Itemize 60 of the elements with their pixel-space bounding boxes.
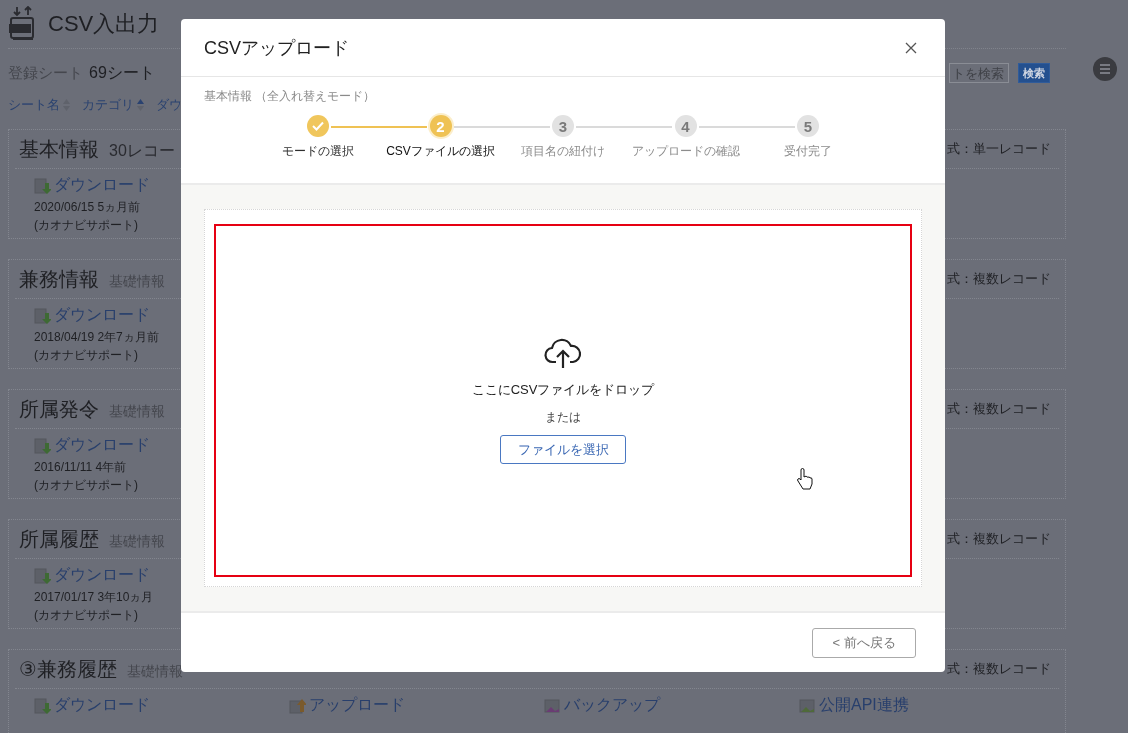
update-date: 2020/06/15 5ヵ月前: [34, 198, 141, 216]
link[interactable]: ダウンロード: [34, 695, 150, 716]
step-number: 3: [552, 115, 574, 137]
choose-file-button[interactable]: ファイルを選択: [500, 435, 626, 464]
link[interactable]: ダウンロード: [34, 435, 150, 456]
step-label: 項目名の紐付け: [521, 143, 605, 160]
author-name: (カオナビサポート): [34, 346, 138, 364]
dialog-subtitle: 基本情報 （全入れ替えモード）: [203, 88, 377, 105]
drop-instruction: ここにCSVファイルをドロップ: [471, 381, 655, 399]
upload-icon: [289, 697, 306, 714]
sheet-title: 所属履歴: [19, 526, 99, 552]
sheet-title: 基本情報: [19, 136, 99, 162]
sheet-count: 69シート: [89, 62, 155, 83]
download-icon: [34, 307, 51, 324]
menu-icon[interactable]: [1093, 57, 1117, 81]
dialog-title: CSVアップロード: [204, 36, 349, 60]
update-date: 2016/11/11 4年前: [34, 458, 127, 476]
download-icon: [34, 697, 51, 714]
link[interactable]: アップロード: [289, 695, 405, 716]
step-label: アップロードの確認: [631, 143, 740, 160]
page-title: CSV入出力: [48, 10, 160, 38]
download-icon: [34, 437, 51, 454]
image-icon: [799, 697, 816, 714]
search-button[interactable]: 検索: [1018, 63, 1050, 83]
step-number: 2: [429, 115, 452, 137]
step-label: CSVファイルの選択: [386, 143, 495, 160]
close-button[interactable]: [905, 41, 917, 54]
sheet-title: 兼務情報: [19, 266, 99, 292]
author-name: (カオナビサポート): [34, 476, 138, 494]
link[interactable]: 公開API連携: [799, 695, 909, 716]
sheet-title: 所属発令: [19, 396, 99, 422]
step-number: 4: [674, 115, 697, 137]
record-count: 30レコー: [109, 140, 175, 161]
sheet-title: ③兼務履歴: [19, 656, 117, 682]
author-name: (カオナビサポート): [34, 606, 138, 624]
back-button[interactable]: < 前へ戻る: [812, 627, 916, 658]
step-label: 受付完了: [784, 143, 832, 160]
image-icon: [544, 697, 561, 714]
sort-link[interactable]: カテゴリ: [82, 96, 144, 114]
cloud-upload-icon: [544, 337, 582, 369]
step-number: 5: [797, 115, 819, 137]
link[interactable]: ダウンロード: [34, 175, 150, 196]
download-icon: [34, 177, 51, 194]
link[interactable]: バックアップ: [544, 695, 660, 716]
author-name: (カオナビサポート): [34, 216, 138, 234]
download-icon: [34, 567, 51, 584]
sort-link[interactable]: ダウ: [156, 96, 182, 114]
format-label: 式：複数レコード: [947, 660, 1052, 678]
step-label: モードの選択: [282, 143, 354, 160]
format-label: 式：複数レコード: [947, 530, 1052, 548]
update-date: 2018/04/19 2年7ヵ月前: [34, 328, 159, 346]
format-label: 式：複数レコード: [947, 400, 1052, 418]
update-date: 2017/01/17 3年10ヵ月: [34, 588, 154, 606]
hand-cursor-icon: [796, 468, 813, 490]
link[interactable]: ダウンロード: [34, 565, 150, 586]
format-label: 式：複数レコード: [947, 270, 1052, 288]
drop-zone[interactable]: ここにCSVファイルをドロップ または ファイルを選択: [214, 224, 912, 577]
link[interactable]: ダウンロード: [34, 305, 150, 326]
or-label: または: [545, 409, 581, 426]
close-icon: [905, 41, 917, 54]
